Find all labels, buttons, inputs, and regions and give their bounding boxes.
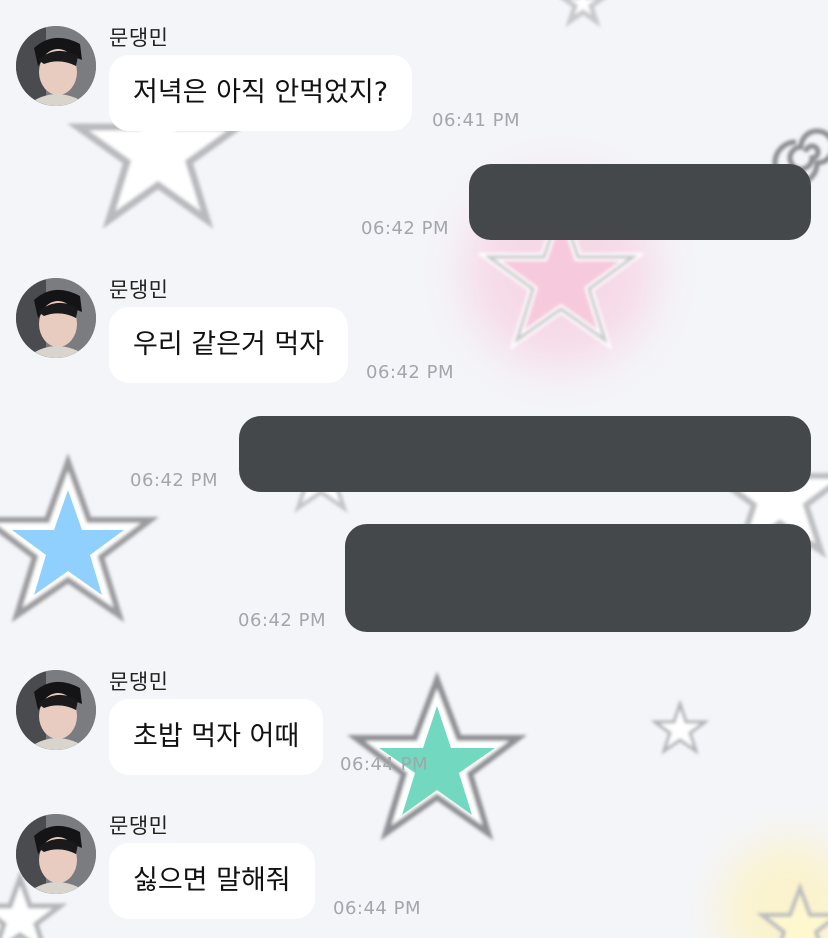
avatar[interactable] [16,814,96,894]
message-bubble[interactable]: 싫으면 말해줘 [109,843,315,919]
sender-name: 문댕민 [109,26,169,50]
avatar[interactable] [16,670,96,750]
message-timestamp: 06:42 PM [366,362,454,383]
message-timestamp: 06:44 PM [333,898,421,919]
avatar[interactable] [16,278,96,358]
sender-name: 문댕민 [109,278,169,302]
chat-thread[interactable]: 문댕민 저녁은 아직 안먹었지? 06:41 PM 06:42 PM 문댕민 우… [0,0,828,938]
message-bubble-redacted[interactable] [469,164,811,240]
message-bubble-redacted[interactable] [345,524,811,632]
message-timestamp: 06:42 PM [238,610,326,631]
message-timestamp: 06:42 PM [361,218,449,239]
avatar[interactable] [16,26,96,106]
message-timestamp: 06:44 PM [340,754,428,775]
message-timestamp: 06:41 PM [432,110,520,131]
sender-name: 문댕민 [109,670,169,694]
message-bubble[interactable]: 저녁은 아직 안먹었지? [109,55,413,131]
sender-name: 문댕민 [109,814,169,838]
message-bubble[interactable]: 우리 같은거 먹자 [109,307,349,383]
message-bubble[interactable]: 초밥 먹자 어때 [109,699,324,775]
message-bubble-redacted[interactable] [239,416,811,492]
message-timestamp: 06:42 PM [130,470,218,491]
